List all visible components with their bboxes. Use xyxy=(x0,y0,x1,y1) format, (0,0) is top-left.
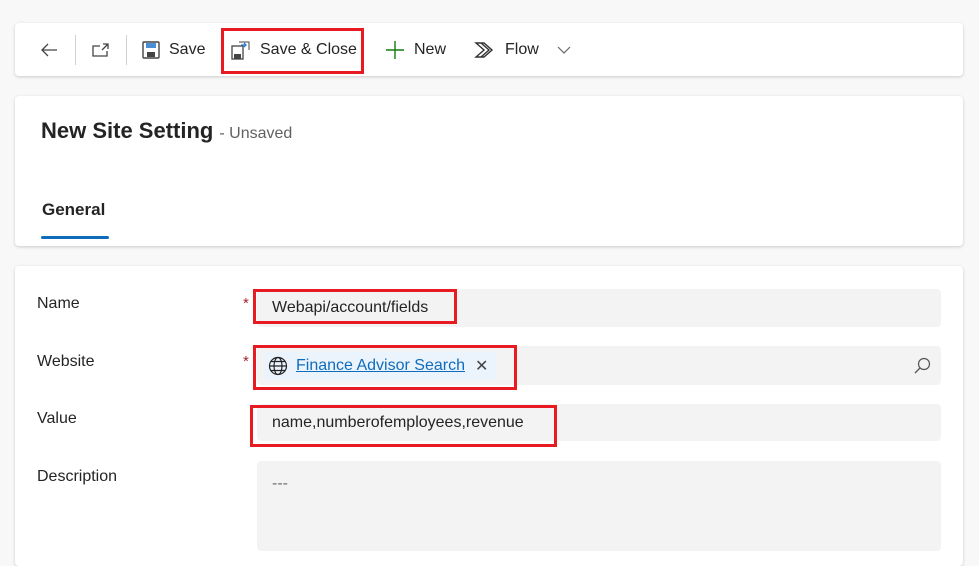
popout-icon xyxy=(92,42,109,57)
open-in-new-window-button[interactable] xyxy=(91,23,120,76)
new-button[interactable]: New xyxy=(385,23,446,76)
new-label: New xyxy=(414,40,447,58)
required-marker: * xyxy=(243,295,249,312)
highlight-box xyxy=(253,289,457,324)
required-marker: * xyxy=(243,353,249,370)
title-text: New Site Setting xyxy=(41,118,214,143)
divider xyxy=(75,35,76,65)
page-title: New Site Setting - Unsaved xyxy=(41,118,292,144)
value-label: Value xyxy=(37,410,77,427)
flow-icon xyxy=(474,41,494,58)
save-button[interactable]: Save xyxy=(142,23,205,76)
tab-general[interactable]: General xyxy=(42,200,105,220)
description-placeholder: --- xyxy=(272,475,288,492)
back-button[interactable] xyxy=(39,23,68,76)
active-tab-indicator xyxy=(41,236,109,239)
divider xyxy=(126,35,127,65)
flow-label: Flow xyxy=(505,40,539,58)
highlight-box xyxy=(253,345,517,390)
form-header: New Site Setting - Unsaved General xyxy=(15,96,963,246)
website-label: Website xyxy=(37,353,95,370)
flow-button[interactable]: Flow xyxy=(474,23,580,76)
plus-icon xyxy=(386,40,404,59)
back-arrow-icon xyxy=(41,43,57,56)
save-status: - Unsaved xyxy=(219,125,293,142)
save-label: Save xyxy=(169,40,206,58)
highlight-box xyxy=(250,405,557,447)
description-label: Description xyxy=(37,468,118,485)
chevron-down-icon[interactable] xyxy=(557,45,571,55)
highlight-box xyxy=(221,28,364,74)
name-label: Name xyxy=(37,295,80,312)
description-field[interactable]: --- xyxy=(257,461,941,551)
save-icon xyxy=(142,40,160,59)
search-icon[interactable] xyxy=(913,357,931,375)
command-bar: Save Save & Close New Flow xyxy=(15,23,963,76)
